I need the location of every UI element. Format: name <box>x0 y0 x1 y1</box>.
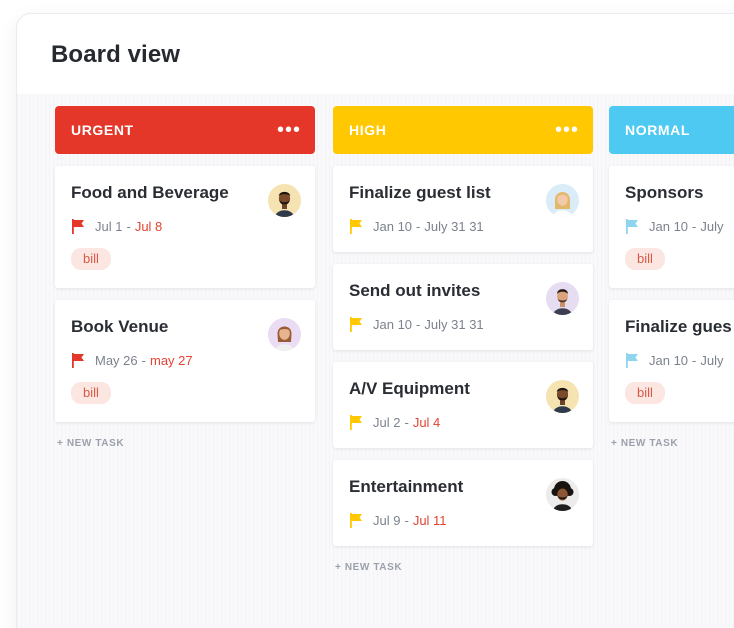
avatar-man-beard-icon[interactable] <box>268 184 301 217</box>
column-urgent: URGENT ••• Food and Beverage Jul 1 - Jul… <box>55 106 315 449</box>
task-title: Finalize gues <box>625 317 732 336</box>
task-dates: Jul 1 - Jul 8 <box>71 219 299 234</box>
task-card[interactable]: Sponsors Jan 10 - July bill <box>609 166 734 288</box>
column-title: NORMAL <box>625 122 691 138</box>
task-title: Sponsors <box>625 183 704 202</box>
tag-badge[interactable]: bill <box>625 382 665 404</box>
start-date: Jan 10 <box>373 219 413 234</box>
tag-badge[interactable]: bill <box>71 248 111 270</box>
priority-flag-icon[interactable] <box>349 317 363 332</box>
task-card[interactable]: Book Venue May 26 - may 27 bill <box>55 300 315 422</box>
new-task-button[interactable]: + NEW TASK <box>611 438 734 449</box>
avatar-man-purple-icon[interactable] <box>546 282 579 315</box>
due-date: July 31 31 <box>424 219 484 234</box>
due-date: July 31 31 <box>424 317 484 332</box>
task-title: A/V Equipment <box>349 379 470 398</box>
task-title: Finalize guest list <box>349 183 491 202</box>
column-title: HIGH <box>349 122 387 138</box>
task-title: Send out invites <box>349 281 481 300</box>
date-separator: - <box>404 415 409 430</box>
priority-flag-icon[interactable] <box>71 353 85 368</box>
new-task-button[interactable]: + NEW TASK <box>335 562 593 573</box>
task-dates: Jul 2 - Jul 4 <box>349 415 577 430</box>
tag-badge[interactable]: bill <box>625 248 665 270</box>
priority-flag-icon[interactable] <box>625 219 639 234</box>
more-options-icon[interactable]: ••• <box>277 120 301 140</box>
date-separator: - <box>404 513 409 528</box>
start-date: Jan 10 <box>649 219 689 234</box>
date-separator: - <box>692 219 697 234</box>
column-title: URGENT <box>71 122 134 138</box>
avatar-woman-blonde-icon[interactable] <box>546 184 579 217</box>
priority-flag-icon[interactable] <box>625 353 639 368</box>
date-separator: - <box>416 219 421 234</box>
date-separator: - <box>126 219 131 234</box>
new-task-button[interactable]: + NEW TASK <box>57 438 315 449</box>
priority-flag-icon[interactable] <box>349 513 363 528</box>
avatar-man-beard-icon[interactable] <box>546 380 579 413</box>
tag-badge[interactable]: bill <box>71 382 111 404</box>
task-dates: Jul 9 - Jul 11 <box>349 513 577 528</box>
avatar-woman-icon[interactable] <box>268 318 301 351</box>
page-title: Board view <box>51 41 181 68</box>
task-dates: Jan 10 - July 31 31 <box>349 317 577 332</box>
board-header: Board view <box>17 14 734 94</box>
column-header-normal[interactable]: NORMAL ••• <box>609 106 734 154</box>
task-title: Entertainment <box>349 477 464 496</box>
due-date: July <box>700 353 724 368</box>
task-dates: May 26 - may 27 <box>71 353 299 368</box>
task-card[interactable]: Send out invites Jan 10 - July 31 31 <box>333 264 593 350</box>
column-header-urgent[interactable]: URGENT ••• <box>55 106 315 154</box>
due-date: Jul 8 <box>134 219 163 234</box>
avatar-man-curly-icon[interactable] <box>546 478 579 511</box>
task-card[interactable]: Finalize gues Jan 10 - July bill <box>609 300 734 422</box>
start-date: Jan 10 <box>649 353 689 368</box>
task-dates: Jan 10 - July 31 31 <box>349 219 577 234</box>
start-date: Jul 9 <box>373 513 401 528</box>
priority-flag-icon[interactable] <box>71 219 85 234</box>
date-separator: - <box>416 317 421 332</box>
priority-flag-icon[interactable] <box>349 219 363 234</box>
due-date: may 27 <box>149 353 193 368</box>
board-window: Board view URGENT ••• Food and Beverage … <box>17 14 734 628</box>
priority-flag-icon[interactable] <box>349 415 363 430</box>
date-separator: - <box>141 353 146 368</box>
column-high: HIGH ••• Finalize guest list Jan 10 - Ju… <box>333 106 593 573</box>
task-dates: Jan 10 - July <box>625 219 734 234</box>
task-card[interactable]: Finalize guest list Jan 10 - July 31 31 <box>333 166 593 252</box>
column-normal: NORMAL ••• Sponsors Jan 10 - July bill F… <box>609 106 734 449</box>
task-card[interactable]: A/V Equipment Jul 2 - Jul 4 <box>333 362 593 448</box>
task-title: Book Venue <box>71 317 169 336</box>
due-date: Jul 11 <box>412 513 447 528</box>
task-card[interactable]: Food and Beverage Jul 1 - Jul 8 bill <box>55 166 315 288</box>
due-date: Jul 4 <box>412 415 441 430</box>
task-title: Food and Beverage <box>71 183 229 202</box>
start-date: May 26 <box>95 353 138 368</box>
column-header-high[interactable]: HIGH ••• <box>333 106 593 154</box>
board-area: URGENT ••• Food and Beverage Jul 1 - Jul… <box>17 94 734 628</box>
task-dates: Jan 10 - July <box>625 353 734 368</box>
task-card[interactable]: Entertainment Jul 9 - Jul 11 <box>333 460 593 546</box>
start-date: Jul 2 <box>373 415 401 430</box>
more-options-icon[interactable]: ••• <box>555 120 579 140</box>
date-separator: - <box>692 353 697 368</box>
start-date: Jan 10 <box>373 317 413 332</box>
due-date: July <box>700 219 724 234</box>
start-date: Jul 1 <box>95 219 123 234</box>
